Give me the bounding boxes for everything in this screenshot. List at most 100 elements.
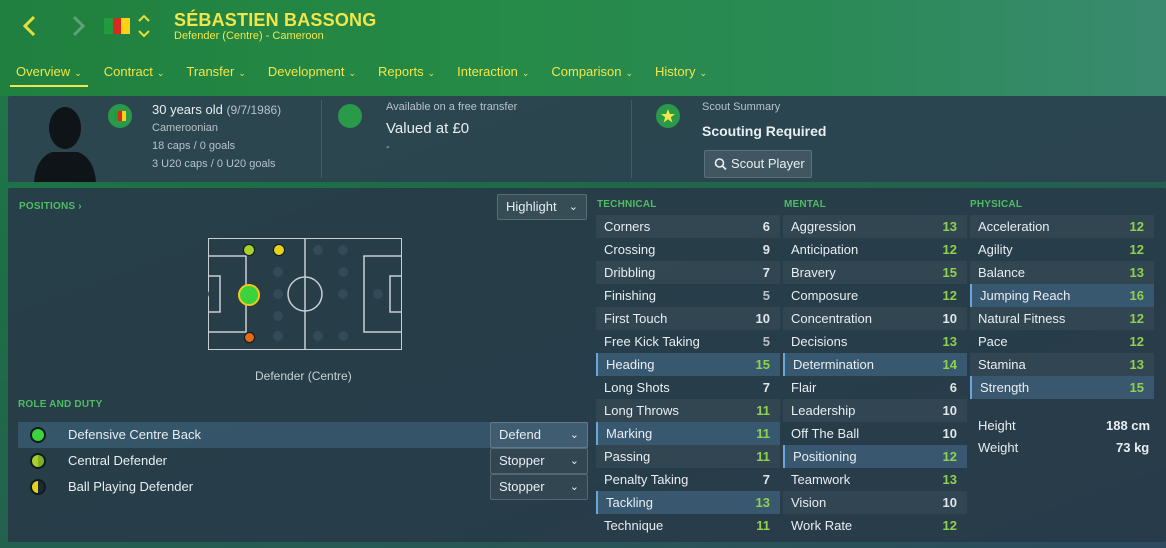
attribute-row[interactable]: Balance 13 bbox=[970, 261, 1154, 284]
attribute-value: 12 bbox=[1129, 219, 1144, 234]
attribute-row[interactable]: Stamina 13 bbox=[970, 353, 1154, 376]
attribute-row[interactable]: Vision 10 bbox=[783, 491, 967, 514]
attribute-row[interactable]: Aggression 13 bbox=[783, 215, 967, 238]
attribute-name: Finishing bbox=[604, 288, 657, 303]
role-suitability-icon bbox=[30, 453, 46, 469]
attribute-value: 13 bbox=[942, 472, 957, 487]
attribute-row[interactable]: Crossing 9 bbox=[596, 238, 780, 261]
scout-button-label: Scout Player bbox=[731, 156, 805, 171]
attribute-row[interactable]: Heading 15 bbox=[596, 353, 780, 376]
attribute-row[interactable]: Determination 14 bbox=[783, 353, 967, 376]
chevron-down-icon: ⌄ bbox=[569, 481, 579, 493]
attribute-name: Corners bbox=[604, 219, 651, 234]
attribute-value: 16 bbox=[1129, 288, 1144, 303]
attribute-row[interactable]: Long Shots 7 bbox=[596, 376, 780, 399]
attribute-row[interactable]: Corners 6 bbox=[596, 215, 780, 238]
attribute-row[interactable]: Anticipation 12 bbox=[783, 238, 967, 261]
attribute-row[interactable]: Dribbling 7 bbox=[596, 261, 780, 284]
attribute-name: Leadership bbox=[791, 403, 856, 418]
attribute-value: 12 bbox=[942, 518, 957, 533]
duty-dropdown[interactable]: Stopper ⌄ bbox=[490, 474, 588, 500]
technical-title: TECHNICAL bbox=[597, 199, 657, 210]
up-down-arrows-icon bbox=[138, 14, 150, 38]
tab-development[interactable]: Development ⌄ bbox=[262, 62, 362, 87]
cameroon-flag-icon bbox=[104, 18, 131, 34]
attribute-name: Flair bbox=[791, 380, 817, 395]
attribute-row[interactable]: Bravery 15 bbox=[783, 261, 967, 284]
u20-caps-text: 3 U20 caps / 0 U20 goals bbox=[152, 158, 276, 170]
attribute-row[interactable]: Natural Fitness 12 bbox=[970, 307, 1154, 330]
attribute-row[interactable]: Agility 12 bbox=[970, 238, 1154, 261]
role-name: Defensive Centre Back bbox=[68, 427, 201, 442]
positions-link[interactable]: POSITIONS › bbox=[19, 201, 82, 212]
attribute-row[interactable]: Teamwork 13 bbox=[783, 468, 967, 491]
attribute-row[interactable]: First Touch 10 bbox=[596, 307, 780, 330]
tab-interaction[interactable]: Interaction ⌄ bbox=[451, 62, 535, 87]
attribute-row[interactable]: Decisions 13 bbox=[783, 330, 967, 353]
tab-reports[interactable]: Reports ⌄ bbox=[372, 62, 441, 87]
cameroon-flag-icon bbox=[114, 111, 126, 121]
role-suitability-icon bbox=[30, 479, 46, 495]
attribute-name: First Touch bbox=[604, 311, 668, 326]
player-switch-arrows[interactable] bbox=[137, 12, 151, 40]
attribute-row[interactable]: Composure 12 bbox=[783, 284, 967, 307]
caps-text: 18 caps / 0 goals bbox=[152, 140, 236, 152]
attribute-name: Teamwork bbox=[791, 472, 851, 487]
duty-dropdown[interactable]: Stopper ⌄ bbox=[490, 448, 588, 474]
attribute-row[interactable]: Leadership 10 bbox=[783, 399, 967, 422]
attribute-row[interactable]: Jumping Reach 16 bbox=[970, 284, 1154, 307]
tab-transfer[interactable]: Transfer ⌄ bbox=[180, 62, 251, 87]
attribute-name: Passing bbox=[604, 449, 651, 464]
attribute-row[interactable]: Technique 11 bbox=[596, 514, 780, 537]
attribute-row[interactable]: Tackling 13 bbox=[596, 491, 780, 514]
attribute-name: Long Shots bbox=[604, 380, 670, 395]
attribute-value: 10 bbox=[942, 403, 957, 418]
attribute-row[interactable]: Work Rate 12 bbox=[783, 514, 967, 537]
mental-attributes: Aggression 13 Anticipation 12 Bravery 15 Compo… bbox=[783, 215, 967, 537]
attribute-name: Anticipation bbox=[791, 242, 859, 257]
tab-history[interactable]: History ⌄ bbox=[649, 62, 713, 87]
tab-overview[interactable]: Overview ⌄ bbox=[10, 62, 88, 87]
role-suitability-icon bbox=[30, 427, 46, 443]
scout-player-button[interactable]: Scout Player bbox=[704, 150, 812, 178]
divider bbox=[321, 100, 322, 178]
tab-label: History bbox=[655, 64, 696, 79]
attribute-name: Natural Fitness bbox=[978, 311, 1066, 326]
chevron-down-icon: ⌄ bbox=[521, 68, 530, 78]
attribute-row[interactable]: Passing 11 bbox=[596, 445, 780, 468]
tab-label: Development bbox=[267, 64, 345, 79]
attribute-value: 10 bbox=[755, 311, 770, 326]
attribute-row[interactable]: Long Throws 11 bbox=[596, 399, 780, 422]
attribute-row[interactable]: Concentration 10 bbox=[783, 307, 967, 330]
attribute-row[interactable]: Finishing 5 bbox=[596, 284, 780, 307]
attribute-row[interactable]: Acceleration 12 bbox=[970, 215, 1154, 238]
tab-contract[interactable]: Contract ⌄ bbox=[98, 62, 171, 87]
nationality-badge bbox=[108, 104, 132, 128]
back-button[interactable] bbox=[16, 12, 44, 40]
forward-button[interactable] bbox=[64, 12, 92, 40]
attribute-value: 7 bbox=[762, 380, 770, 395]
divider bbox=[631, 100, 632, 178]
attribute-row[interactable]: Flair 6 bbox=[783, 376, 967, 399]
attribute-row[interactable]: Strength 15 bbox=[970, 376, 1154, 399]
attribute-name: Penalty Taking bbox=[604, 472, 689, 487]
attribute-row[interactable]: Off The Ball 10 bbox=[783, 422, 967, 445]
attribute-value: 11 bbox=[756, 403, 770, 418]
highlight-dropdown[interactable]: Highlight ⌄ bbox=[497, 194, 587, 220]
position-dot-dc bbox=[238, 284, 260, 306]
tab-label: Contract bbox=[103, 64, 153, 79]
attribute-name: Stamina bbox=[978, 357, 1026, 372]
attribute-row[interactable]: Free Kick Taking 5 bbox=[596, 330, 780, 353]
attribute-value: 15 bbox=[755, 357, 770, 372]
attribute-row[interactable]: Pace 12 bbox=[970, 330, 1154, 353]
attribute-value: 14 bbox=[942, 357, 957, 372]
attribute-row[interactable]: Penalty Taking 7 bbox=[596, 468, 780, 491]
attribute-value: 10 bbox=[942, 426, 957, 441]
attribute-value: 11 bbox=[756, 426, 770, 441]
attribute-row[interactable]: Marking 11 bbox=[596, 422, 780, 445]
attribute-row[interactable]: Positioning 12 bbox=[783, 445, 967, 468]
duty-dropdown[interactable]: Defend ⌄ bbox=[490, 422, 588, 448]
tab-comparison[interactable]: Comparison ⌄ bbox=[545, 62, 639, 87]
attribute-value: 13 bbox=[755, 495, 770, 510]
chevron-down-icon: ⌄ bbox=[348, 68, 357, 78]
